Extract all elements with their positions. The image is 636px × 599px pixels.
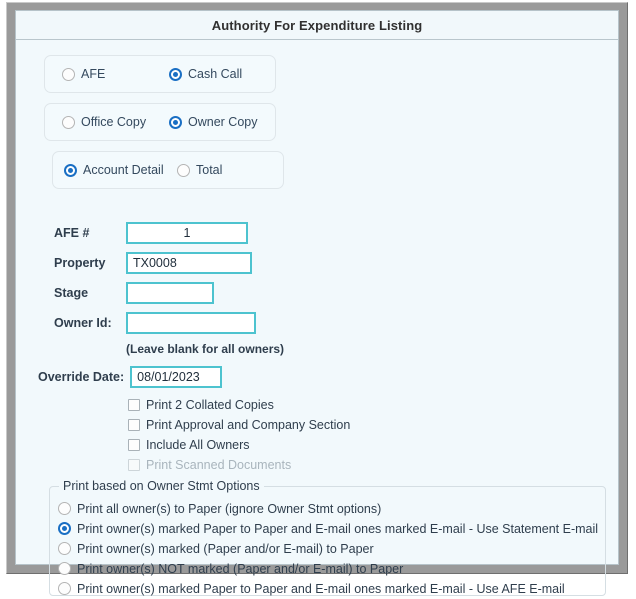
radio-label-total: Total xyxy=(196,163,223,177)
radio-label-not-marked-to-paper: Print owner(s) NOT marked (Paper and/or … xyxy=(77,561,404,576)
radio-icon-marked-paper-afe-email[interactable] xyxy=(58,582,71,595)
radio-option-account-detail[interactable]: Account Detail xyxy=(64,163,164,177)
checkbox-include-all-owners[interactable]: Include All Owners xyxy=(128,436,350,454)
stage-label: Stage xyxy=(54,286,89,300)
property-label: Property xyxy=(54,256,106,270)
owner-stmt-options-group: Print based on Owner Stmt Options Print … xyxy=(49,479,606,599)
window-frame: Authority For Expenditure Listing AFE Ca… xyxy=(6,2,628,596)
radio-label-account-detail: Account Detail xyxy=(83,163,164,177)
checkbox-icon-include-all-owners[interactable] xyxy=(128,439,140,451)
radio-option-marked-paper-afe-email[interactable]: Print owner(s) marked Paper to Paper and… xyxy=(58,579,599,598)
checkbox-label-include-all-owners: Include All Owners xyxy=(146,438,250,452)
checkbox-icon-print-2-collated-copies[interactable] xyxy=(128,399,140,411)
afe-number-input[interactable] xyxy=(126,222,248,244)
checkbox-icon-print-approval-company-section[interactable] xyxy=(128,419,140,431)
owner-id-hint: (Leave blank for all owners) xyxy=(126,342,285,356)
radio-label-office-copy: Office Copy xyxy=(81,115,147,129)
owner-id-input[interactable] xyxy=(126,312,256,334)
checkbox-print-approval-company-section[interactable]: Print Approval and Company Section xyxy=(128,416,350,434)
checkbox-label-print-approval-company-section: Print Approval and Company Section xyxy=(146,418,351,432)
radio-icon-account-detail[interactable] xyxy=(64,163,77,177)
stage-row: Stage xyxy=(54,282,214,304)
checkbox-print-scanned-documents: Print Scanned Documents xyxy=(128,456,350,474)
radio-label-afe: AFE xyxy=(81,67,106,81)
radio-option-cash-call[interactable]: Cash Call xyxy=(169,67,242,81)
window-inner: Authority For Expenditure Listing AFE Ca… xyxy=(15,10,619,596)
radio-option-marked-paper-statement-email[interactable]: Print owner(s) marked Paper to Paper and… xyxy=(58,519,599,538)
detail-level-panel: Account Detail Total xyxy=(52,151,284,189)
copy-type-panel: Office Copy Owner Copy xyxy=(44,103,276,141)
radio-option-total[interactable]: Total xyxy=(177,163,222,177)
form-body: AFE Cash Call Office Copy Owner Copy Acc… xyxy=(16,40,618,596)
radio-label-marked-paper-or-email-to-paper: Print owner(s) marked (Paper and/or E-ma… xyxy=(77,541,374,556)
stage-input[interactable] xyxy=(126,282,214,304)
radio-icon-cash-call[interactable] xyxy=(169,67,182,81)
property-input[interactable] xyxy=(126,252,252,274)
radio-label-cash-call: Cash Call xyxy=(188,67,243,81)
afe-number-row: AFE # xyxy=(54,222,248,244)
radio-label-print-all-owners-paper: Print all owner(s) to Paper (ignore Owne… xyxy=(77,501,382,516)
override-date-label: Override Date: xyxy=(38,370,125,384)
radio-icon-afe[interactable] xyxy=(62,67,75,81)
radio-icon-not-marked-to-paper[interactable] xyxy=(58,562,71,575)
radio-icon-print-all-owners-paper[interactable] xyxy=(58,502,71,515)
owner-id-row: Owner Id: xyxy=(54,312,256,334)
radio-option-print-all-owners-paper[interactable]: Print all owner(s) to Paper (ignore Owne… xyxy=(58,499,599,518)
radio-label-marked-paper-statement-email: Print owner(s) marked Paper to Paper and… xyxy=(77,521,599,536)
radio-option-marked-paper-or-email-to-paper[interactable]: Print owner(s) marked (Paper and/or E-ma… xyxy=(58,539,599,558)
override-date-row: Override Date: xyxy=(38,366,223,388)
radio-icon-total[interactable] xyxy=(177,163,190,177)
radio-option-afe[interactable]: AFE xyxy=(62,67,105,81)
title-bar: Authority For Expenditure Listing xyxy=(16,11,618,40)
afe-number-label: AFE # xyxy=(54,226,90,240)
owner-stmt-options-legend: Print based on Owner Stmt Options xyxy=(59,479,264,493)
radio-option-office-copy[interactable]: Office Copy xyxy=(62,115,146,129)
print-options-checkbox-list: Print 2 Collated Copies Print Approval a… xyxy=(128,396,350,476)
property-row: Property xyxy=(54,252,252,274)
page-title: Authority For Expenditure Listing xyxy=(211,17,423,33)
owner-stmt-options-list: Print all owner(s) to Paper (ignore Owne… xyxy=(58,499,599,599)
checkbox-label-print-2-collated-copies: Print 2 Collated Copies xyxy=(146,398,274,412)
radio-icon-marked-paper-or-email-to-paper[interactable] xyxy=(58,542,71,555)
checkbox-print-2-collated-copies[interactable]: Print 2 Collated Copies xyxy=(128,396,350,414)
radio-icon-office-copy[interactable] xyxy=(62,115,75,129)
radio-label-marked-paper-afe-email: Print owner(s) marked Paper to Paper and… xyxy=(77,581,565,596)
radio-option-owner-copy[interactable]: Owner Copy xyxy=(169,115,257,129)
radio-icon-owner-copy[interactable] xyxy=(169,115,182,129)
checkbox-icon-print-scanned-documents xyxy=(128,459,140,471)
owner-id-label: Owner Id: xyxy=(54,316,112,330)
checkbox-label-print-scanned-documents: Print Scanned Documents xyxy=(146,458,292,472)
override-date-input[interactable] xyxy=(130,366,223,388)
radio-option-not-marked-to-paper[interactable]: Print owner(s) NOT marked (Paper and/or … xyxy=(58,559,599,578)
radio-label-owner-copy: Owner Copy xyxy=(188,115,258,129)
radio-icon-marked-paper-statement-email[interactable] xyxy=(58,522,71,535)
afe-type-panel: AFE Cash Call xyxy=(44,55,276,93)
